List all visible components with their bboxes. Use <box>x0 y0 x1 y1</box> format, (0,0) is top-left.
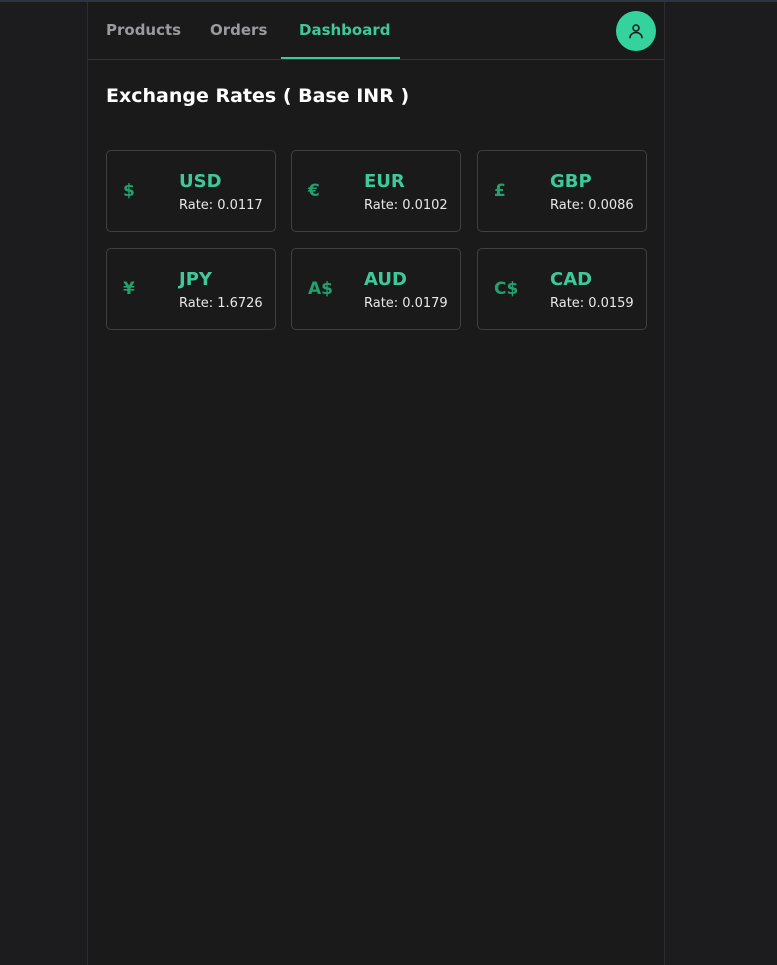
currency-card-jpy: ¥ JPY Rate: 1.6726 <box>106 248 276 330</box>
currency-card-eur: € EUR Rate: 0.0102 <box>291 150 461 232</box>
currency-rate: Rate: 0.0102 <box>364 198 448 213</box>
top-nav: Products Orders Dashboard <box>88 2 664 60</box>
australian-dollar-icon: A$ <box>308 279 333 299</box>
currency-code: USD <box>179 171 222 192</box>
currency-card-usd: $ USD Rate: 0.0117 <box>106 150 276 232</box>
currency-code: JPY <box>179 269 212 290</box>
currency-card-gbp: £ GBP Rate: 0.0086 <box>477 150 647 232</box>
currency-code: CAD <box>550 269 593 290</box>
user-icon <box>629 24 643 39</box>
currency-code: EUR <box>364 171 405 192</box>
tab-products[interactable]: Products <box>106 2 181 59</box>
pound-icon: £ <box>494 181 506 201</box>
canadian-dollar-icon: C$ <box>494 279 519 299</box>
currency-rate: Rate: 0.0179 <box>364 296 448 311</box>
active-tab-indicator <box>281 57 400 59</box>
euro-icon: € <box>308 181 320 201</box>
currency-card-cad: C$ CAD Rate: 0.0159 <box>477 248 647 330</box>
app-container: Products Orders Dashboard Exchange Rates… <box>87 2 665 965</box>
tab-orders[interactable]: Orders <box>210 2 267 59</box>
currency-rate: Rate: 0.0159 <box>550 296 634 311</box>
dollar-icon: $ <box>123 181 135 201</box>
tab-dashboard[interactable]: Dashboard <box>299 2 390 59</box>
user-profile-button[interactable] <box>616 11 656 51</box>
currency-card-aud: A$ AUD Rate: 0.0179 <box>291 248 461 330</box>
currency-rate: Rate: 1.6726 <box>179 296 263 311</box>
currency-code: AUD <box>364 269 407 290</box>
currency-code: GBP <box>550 171 592 192</box>
currency-rate: Rate: 0.0086 <box>550 198 634 213</box>
yen-icon: ¥ <box>123 279 135 299</box>
currency-rate: Rate: 0.0117 <box>179 198 263 213</box>
page-title: Exchange Rates ( Base INR ) <box>106 85 410 107</box>
